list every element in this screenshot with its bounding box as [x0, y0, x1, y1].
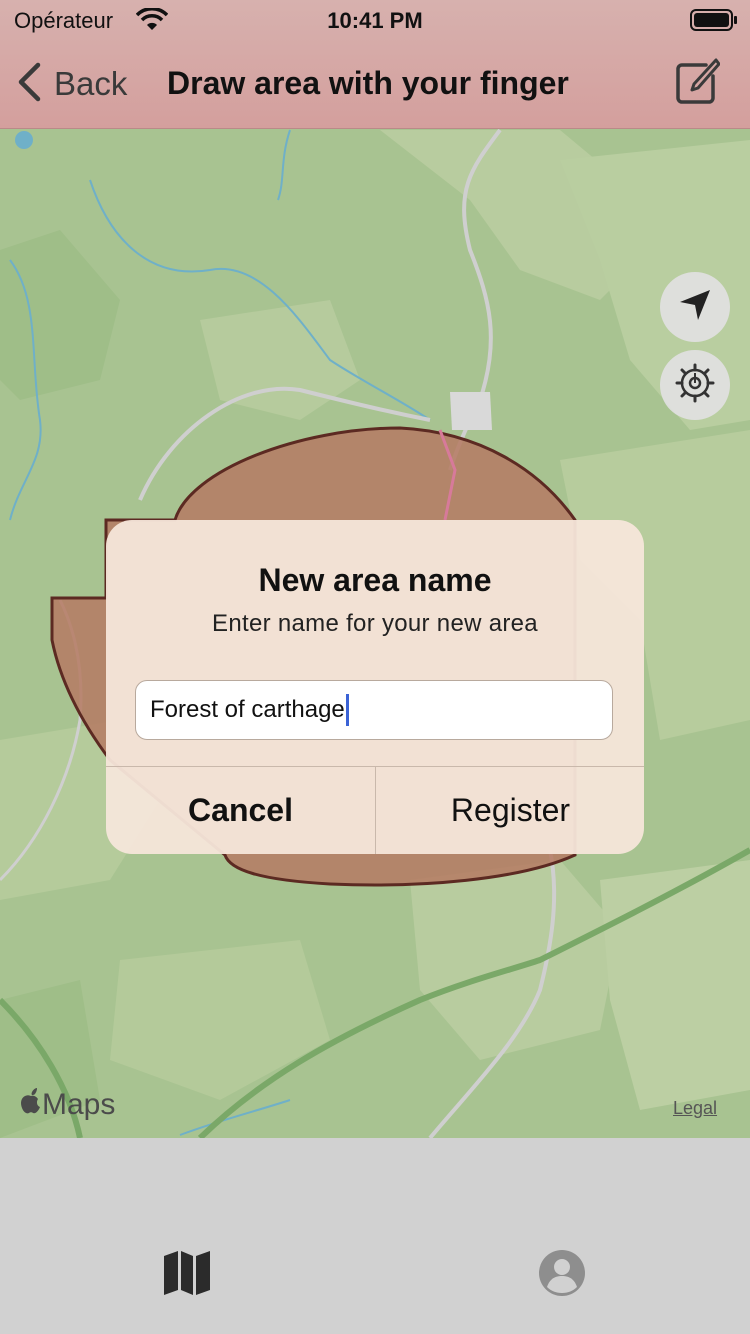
tab-map[interactable] [160, 1248, 214, 1302]
cancel-button[interactable]: Cancel [106, 767, 375, 854]
settings-button[interactable] [660, 350, 730, 420]
page-title: Draw area with your finger [167, 65, 569, 101]
location-arrow-icon [678, 288, 712, 327]
dialog-message: Enter name for your new area [212, 610, 538, 637]
maps-attribution: Maps [20, 1088, 115, 1122]
maps-label: Maps [42, 1088, 116, 1121]
navigation-bar: Opérateur 10:41 PM Back Draw area with y… [0, 0, 750, 129]
area-name-value: Forest of carthage [150, 696, 345, 723]
new-area-dialog: New area name Enter name for your new ar… [106, 520, 644, 854]
legal-link[interactable]: Legal [673, 1098, 717, 1119]
status-bar: Opérateur 10:41 PM [0, 0, 750, 40]
register-button[interactable]: Register [376, 767, 644, 854]
location-button[interactable] [660, 272, 730, 342]
clock: 10:41 PM [327, 8, 423, 33]
area-name-input[interactable]: Forest of carthage [135, 680, 613, 740]
map-icon [162, 1250, 212, 1301]
nav-bar: Back Draw area with your finger [0, 40, 750, 128]
back-button[interactable]: Back [16, 62, 127, 106]
compose-icon[interactable] [676, 58, 721, 109]
battery-icon [690, 9, 738, 36]
profile-icon [538, 1249, 586, 1302]
text-caret [345, 694, 349, 726]
apple-logo-icon [20, 1088, 42, 1122]
dialog-title: New area name [258, 562, 492, 598]
tab-profile[interactable] [535, 1248, 589, 1302]
gear-icon [675, 363, 715, 408]
chevron-left-icon [16, 62, 42, 107]
tab-bar [0, 1138, 750, 1334]
back-label: Back [54, 65, 128, 102]
